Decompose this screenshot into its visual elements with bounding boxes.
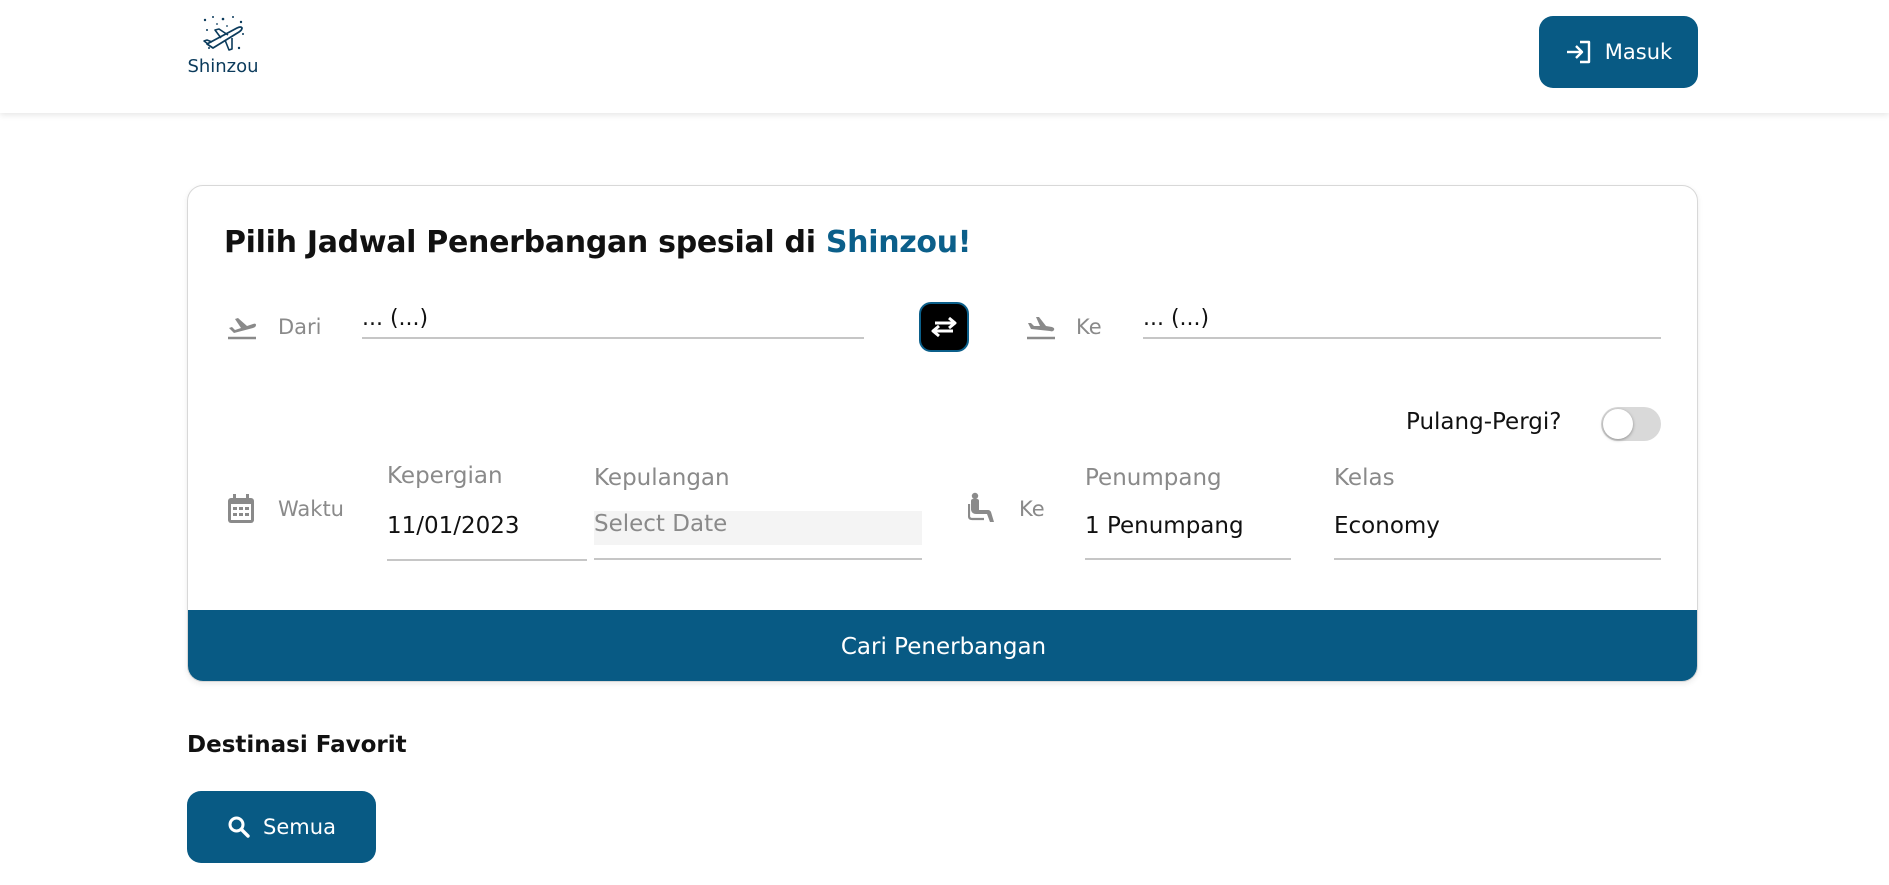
search-title: Pilih Jadwal Penerbangan spesial di Shin…	[224, 225, 971, 260]
time-label: Waktu	[278, 497, 344, 521]
depart-caption: Kepergian	[387, 463, 503, 489]
takeoff-icon	[228, 318, 256, 340]
passenger-select[interactable]: 1 Penumpang	[1085, 513, 1244, 539]
swap-icon	[931, 316, 957, 338]
login-label: Masuk	[1604, 40, 1673, 64]
logo[interactable]: Shinzou	[186, 14, 260, 84]
search-title-prefix: Pilih Jadwal Penerbangan spesial di	[224, 225, 816, 260]
search-flights-button[interactable]: Cari Penerbangan	[188, 610, 1697, 681]
class-select[interactable]: Economy	[1334, 513, 1440, 539]
logo-text: Shinzou	[187, 56, 259, 77]
passenger-underline	[1085, 558, 1291, 560]
return-date-placeholder: Select Date	[594, 511, 728, 537]
roundtrip-toggle[interactable]	[1601, 407, 1661, 441]
login-button[interactable]: Masuk	[1539, 16, 1698, 88]
top-navbar: Shinzou Masuk	[0, 0, 1889, 113]
airplane-logo-icon	[203, 16, 244, 51]
landing-icon	[1027, 317, 1055, 340]
depart-underline	[387, 559, 587, 561]
from-label: Dari	[278, 315, 322, 339]
calendar-icon	[228, 494, 254, 523]
login-icon	[1566, 40, 1590, 64]
toggle-knob	[1603, 409, 1633, 439]
favorites-title: Destinasi Favorit	[187, 732, 407, 758]
to-input[interactable]	[1143, 299, 1661, 339]
depart-date-input[interactable]: 11/01/2023	[387, 513, 520, 539]
seat-label: Ke	[1019, 497, 1045, 521]
all-destinations-label: Semua	[263, 815, 336, 839]
seat-icon	[968, 492, 994, 522]
return-caption: Kepulangan	[594, 465, 730, 491]
roundtrip-label: Pulang-Pergi?	[1406, 409, 1562, 435]
passenger-caption: Penumpang	[1085, 465, 1222, 491]
to-label: Ke	[1076, 315, 1102, 339]
all-destinations-button[interactable]: Semua	[187, 791, 376, 863]
search-title-brand: Shinzou!	[825, 225, 972, 260]
class-underline	[1334, 558, 1661, 560]
search-icon	[228, 816, 250, 838]
swap-locations-button[interactable]	[919, 302, 969, 352]
from-input[interactable]	[362, 299, 864, 339]
return-date-input[interactable]: Select Date	[594, 511, 922, 545]
return-underline	[594, 558, 922, 560]
class-caption: Kelas	[1334, 465, 1395, 491]
flight-search-card: Pilih Jadwal Penerbangan spesial di Shin…	[187, 185, 1698, 682]
